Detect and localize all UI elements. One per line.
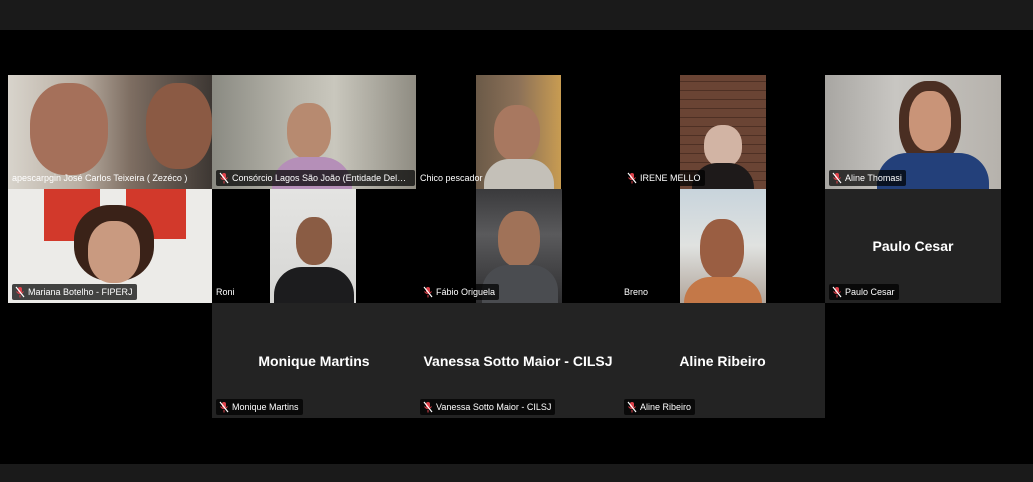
person-silhouette [704, 125, 742, 167]
participant-name-label: apescarpgin José Carlos Teixeira ( Zezéc… [12, 173, 188, 183]
person-silhouette [30, 83, 108, 175]
participant-display-name: Paulo Cesar [872, 238, 954, 254]
top-bar [0, 0, 1033, 30]
person-silhouette [700, 219, 744, 279]
person-silhouette [494, 105, 540, 161]
person-silhouette [296, 217, 332, 265]
person-body [274, 267, 354, 303]
mic-muted-icon [832, 286, 842, 298]
participant-name-label: IRENE MELLO [624, 170, 705, 186]
participant-name-label: Chico pescador [420, 173, 483, 183]
participant-name-label: Vanessa Sotto Maior - CILSJ [420, 399, 556, 415]
person-face [909, 91, 951, 151]
participant-name-label: Breno [624, 287, 649, 297]
participant-tile-aline-thomasi[interactable]: Aline Thomasi [825, 75, 1001, 189]
mic-muted-icon [832, 172, 842, 184]
participant-tile-irene[interactable]: IRENE MELLO [620, 75, 824, 189]
participant-tile-fabio[interactable]: Fábio Origuela [416, 189, 620, 303]
participant-name-label: Roni [216, 287, 235, 297]
participant-display-name: Vanessa Sotto Maior - CILSJ [423, 352, 613, 369]
person-silhouette [146, 83, 212, 169]
participant-name-label: Aline Thomasi [829, 170, 906, 186]
person-body [684, 277, 762, 303]
participant-name-label: Monique Martins [216, 399, 303, 415]
participant-tile-vanessa[interactable]: Vanessa Sotto Maior - CILSJ Vanessa Sott… [416, 303, 620, 418]
participant-name-label: Consórcio Lagos São João (Entidade Deleg… [216, 170, 415, 186]
participant-name-label: Mariana Botelho - FIPERJ [12, 284, 137, 300]
video-feed [476, 75, 561, 189]
bottom-bar [0, 464, 1033, 482]
participant-display-name: Aline Ribeiro [679, 352, 766, 369]
participant-tile-consorcio[interactable]: Consórcio Lagos São João (Entidade Deleg… [212, 75, 416, 189]
participant-tile-monique[interactable]: Monique Martins Monique Martins [212, 303, 416, 418]
video-feed [680, 189, 766, 303]
mic-muted-icon [15, 286, 25, 298]
participant-display-name: Monique Martins [258, 352, 370, 369]
mic-muted-icon [219, 401, 229, 413]
person-body [484, 159, 554, 189]
participant-tile-aline-ribeiro[interactable]: Aline Ribeiro Aline Ribeiro [620, 303, 825, 418]
person-silhouette [498, 211, 540, 267]
person-silhouette [287, 103, 331, 159]
participant-name-label: Paulo Cesar [829, 284, 899, 300]
participant-tile-breno[interactable]: Breno [620, 189, 824, 303]
video-feed [270, 189, 356, 303]
participant-name-label: Aline Ribeiro [624, 399, 696, 415]
person-face [88, 221, 140, 283]
mic-muted-icon [423, 286, 433, 298]
participant-tile-mariana[interactable]: Mariana Botelho - FIPERJ [8, 189, 212, 303]
participant-tile-paulo-cesar[interactable]: Paulo Cesar Paulo Cesar [825, 189, 1001, 303]
participant-tile-roni[interactable]: Roni [212, 189, 416, 303]
mic-muted-icon [219, 172, 229, 184]
participant-name-label: Fábio Origuela [420, 284, 500, 300]
mic-muted-icon [627, 401, 637, 413]
mic-muted-icon [423, 401, 433, 413]
participant-tile-chico[interactable]: Chico pescador [416, 75, 620, 189]
mic-muted-icon [627, 172, 637, 184]
participant-tile-jose-carlos[interactable]: apescarpgin José Carlos Teixeira ( Zezéc… [8, 75, 212, 189]
